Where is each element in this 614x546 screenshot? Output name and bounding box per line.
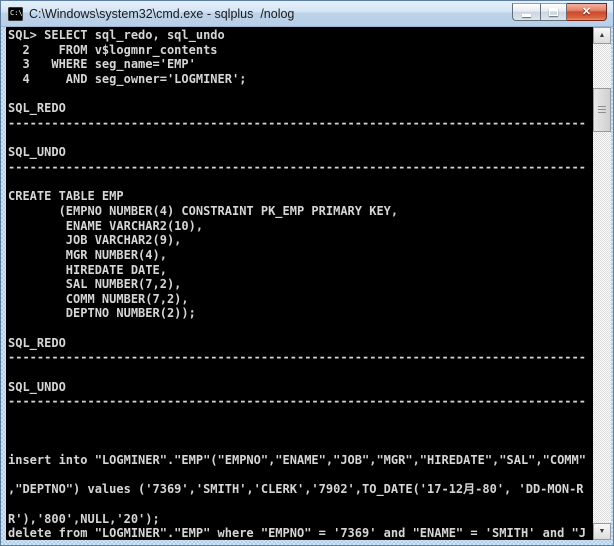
close-icon: ✕ — [581, 5, 592, 18]
console-line: MGR NUMBER(4), — [8, 247, 167, 262]
console-line: COMM NUMBER(7,2), — [8, 291, 189, 306]
console-line: (EMPNO NUMBER(4) CONSTRAINT PK_EMP PRIMA… — [8, 203, 399, 218]
scroll-down-button[interactable]: ▼ — [593, 523, 611, 540]
console-line: SAL NUMBER(7,2), — [8, 277, 182, 292]
console-line: JOB VARCHAR2(9), — [8, 233, 182, 248]
console-line: CREATE TABLE EMP — [8, 189, 124, 204]
cmd-icon[interactable]: C:\ — [8, 7, 23, 21]
console-text: SQL> SELECT sql_redo, sql_undo 2 FROM v$… — [6, 27, 593, 540]
console-line: ENAME VARCHAR2(10), — [8, 218, 204, 233]
maximize-icon — [549, 8, 558, 16]
console-line: ----------------------------------------… — [8, 159, 586, 174]
console-line: SQL_UNDO — [8, 145, 66, 160]
minimize-button[interactable] — [512, 3, 540, 21]
console-line: DEPTNO NUMBER(2)); — [8, 306, 196, 321]
scrollbar-grip-icon — [598, 105, 606, 115]
title-bar[interactable]: C:\ C:\Windows\system32\cmd.exe - sqlplu… — [1, 1, 613, 27]
console-line: insert into "LOGMINER"."EMP"("EMPNO","EN… — [8, 453, 586, 468]
console-line: 4 AND seg_owner='LOGMINER'; — [8, 71, 247, 86]
console-line: R'),'800',NULL,'20'); — [8, 511, 160, 526]
scroll-up-button[interactable]: ▲ — [593, 27, 611, 44]
vertical-scrollbar[interactable]: ▲ ▼ — [593, 27, 611, 540]
console-line: ----------------------------------------… — [8, 394, 586, 409]
console-line: ----------------------------------------… — [8, 115, 586, 130]
window-controls: ✕ — [512, 3, 607, 21]
console-output[interactable]: SQL> SELECT sql_redo, sql_undo 2 FROM v$… — [6, 27, 593, 540]
maximize-button[interactable] — [540, 3, 567, 21]
down-arrow-icon: ▼ — [598, 528, 606, 535]
scrollbar-thumb[interactable] — [593, 88, 611, 132]
minimize-icon — [522, 14, 531, 17]
console-line: 2 FROM v$logmnr_contents — [8, 42, 218, 57]
cmd-window: C:\ C:\Windows\system32\cmd.exe - sqlplu… — [0, 0, 614, 546]
console-line: ----------------------------------------… — [8, 350, 586, 365]
console-line: SQL> SELECT sql_redo, sql_undo — [8, 28, 225, 42]
console-line: delete from "LOGMINER"."EMP" where "EMPN… — [8, 526, 586, 540]
console-line: SQL_UNDO — [8, 379, 66, 394]
up-arrow-icon: ▲ — [598, 32, 606, 39]
console-line: HIREDATE DATE, — [8, 262, 167, 277]
console-line: ,"DEPTNO") values ('7369','SMITH','CLERK… — [8, 482, 584, 497]
close-button[interactable]: ✕ — [567, 3, 607, 21]
console-line: SQL_REDO — [8, 101, 66, 116]
console-line: 3 WHERE seg_name='EMP' — [8, 57, 196, 72]
console-line: SQL_REDO — [8, 335, 66, 350]
